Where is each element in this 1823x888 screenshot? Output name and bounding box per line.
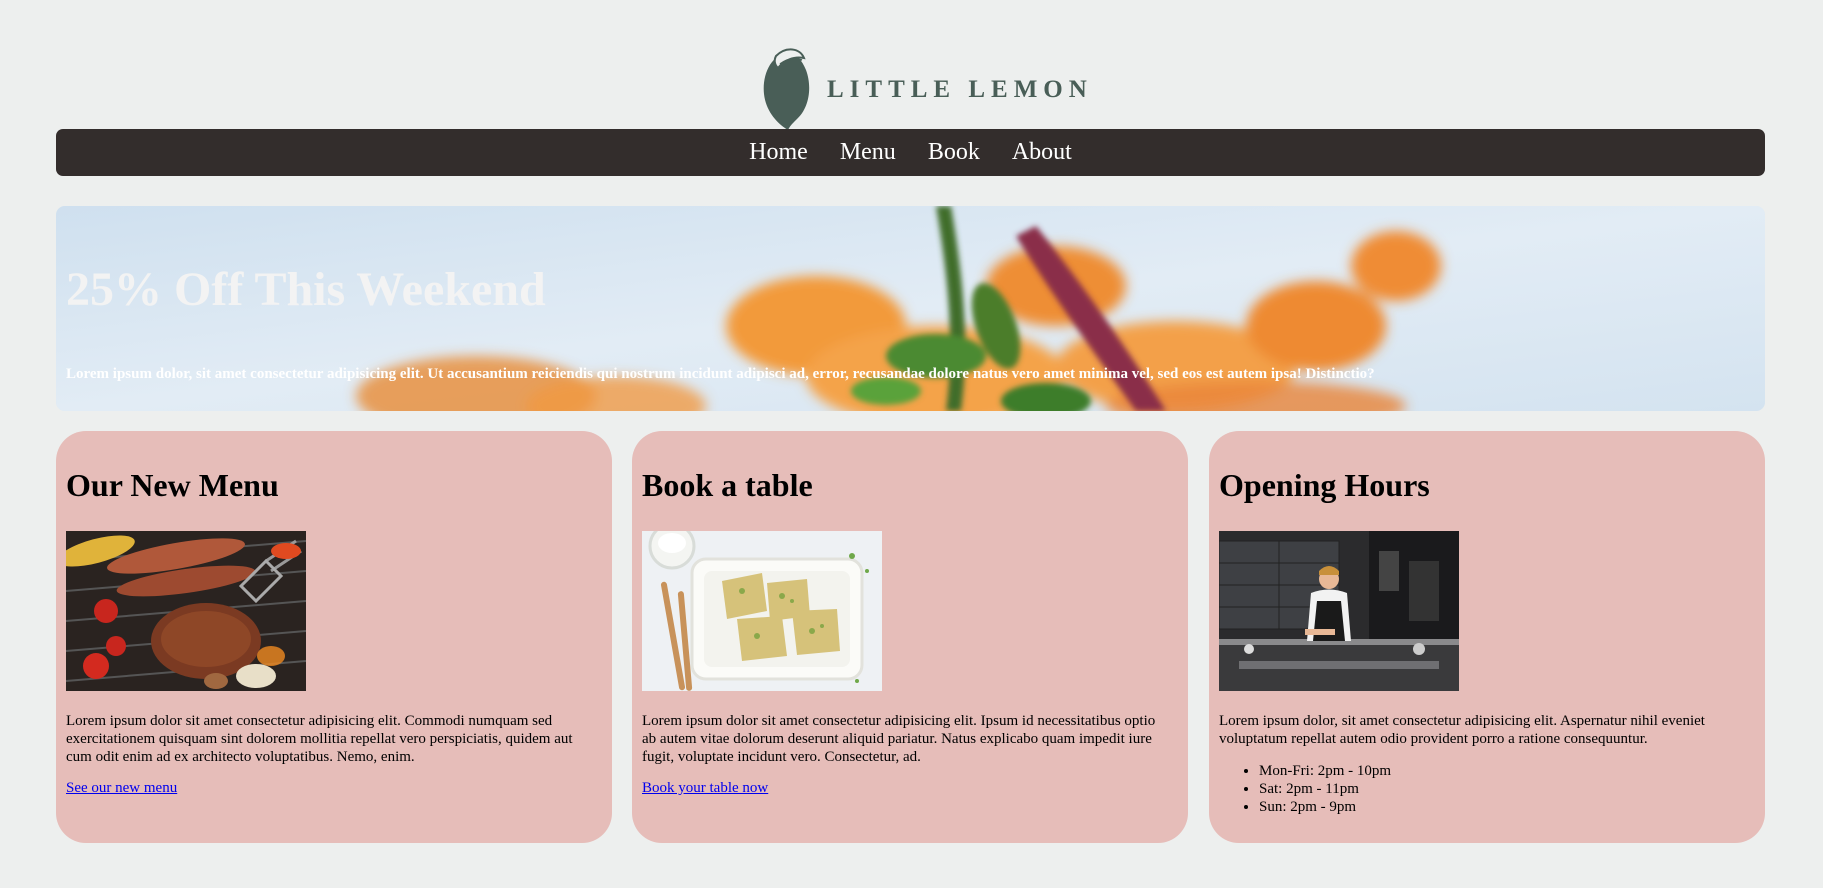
lemon-icon [763, 48, 810, 130]
card-opening-hours: Opening Hours Lorem ipsum dolor, sit ame… [1209, 431, 1765, 843]
card-title: Our New Menu [66, 467, 279, 503]
nav-about-link[interactable]: About [996, 129, 1088, 176]
page: LITTLE LEMON Home Menu Book About 25% Of… [0, 0, 1823, 888]
card-text: Lorem ipsum dolor, sit amet consectetur … [1219, 713, 1705, 747]
hours-item: Sat: 2pm - 11pm [1259, 780, 1391, 798]
card-title: Opening Hours [1219, 467, 1430, 503]
hours-item: Sun: 2pm - 9pm [1259, 798, 1391, 816]
nav-home-link[interactable]: Home [733, 129, 824, 176]
card-text: Lorem ipsum dolor sit amet consectetur a… [66, 713, 573, 765]
book-table-link[interactable]: Book your table now [642, 780, 768, 797]
food-plate-image [642, 531, 882, 691]
nav-book-link[interactable]: Book [912, 129, 996, 176]
site-logo[interactable]: LITTLE LEMON [760, 46, 1087, 132]
hero-banner: 25% Off This Weekend Lorem ipsum dolor, … [56, 206, 1765, 411]
hero-text: Lorem ipsum dolor, sit amet consectetur … [66, 366, 1375, 382]
grilled-meat-image [66, 531, 306, 691]
opening-hours-list: Mon-Fri: 2pm - 10pm Sat: 2pm - 11pm Sun:… [1219, 762, 1391, 816]
card-book-table: Book a table Lorem ipsum dolor sit amet … [632, 431, 1188, 843]
brand-name: LITTLE LEMON [827, 76, 1093, 103]
card-text: Lorem ipsum dolor sit amet consectetur a… [642, 713, 1156, 765]
chef-kitchen-image [1219, 531, 1459, 691]
hours-item: Mon-Fri: 2pm - 10pm [1259, 762, 1391, 780]
main-nav: Home Menu Book About [56, 129, 1765, 176]
hero-title: 25% Off This Weekend [66, 263, 546, 316]
card-title: Book a table [642, 467, 813, 503]
see-menu-link[interactable]: See our new menu [66, 780, 177, 797]
card-new-menu: Our New Menu Lorem ipsum dolor sit amet … [56, 431, 612, 843]
nav-menu-link[interactable]: Menu [824, 129, 912, 176]
